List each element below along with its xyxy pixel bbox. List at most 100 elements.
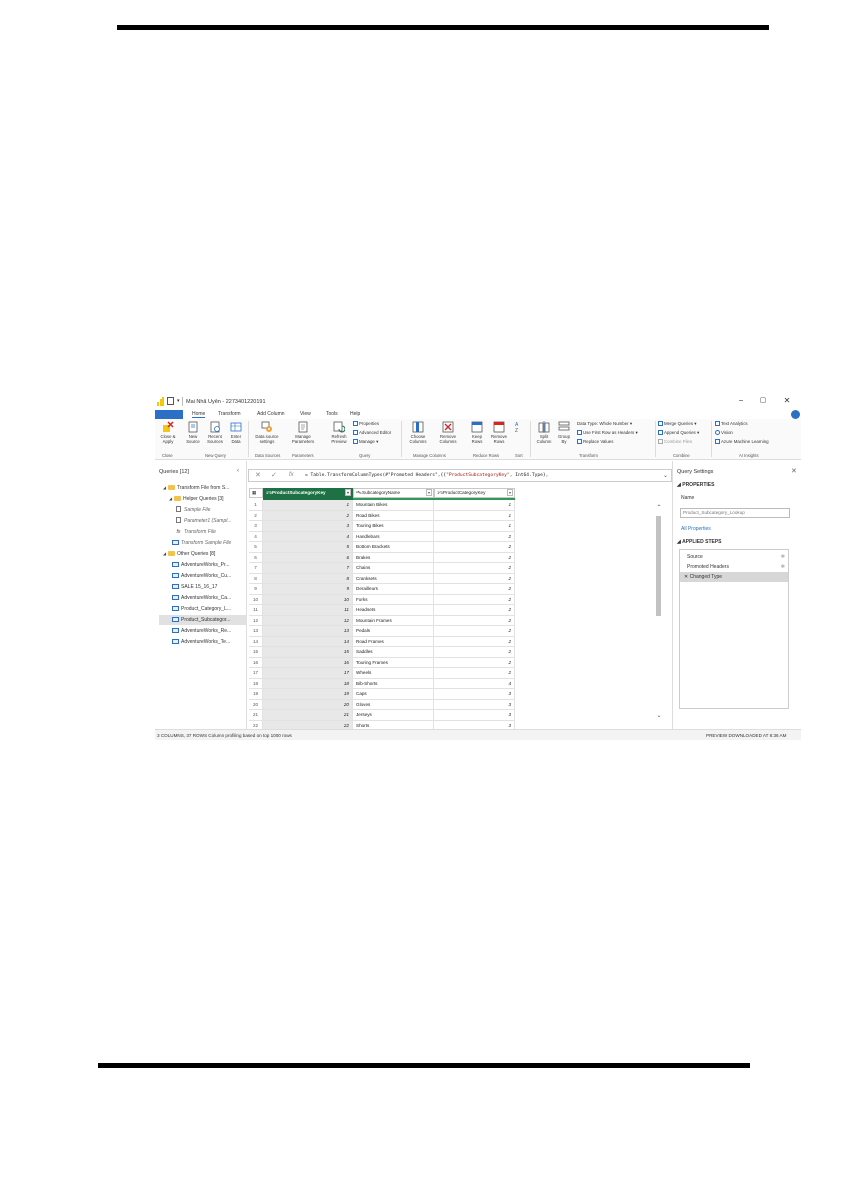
table-row[interactable]: 22 22 Shorts 3: [249, 720, 515, 729]
table-row[interactable]: 13 13 Pedals 2: [249, 626, 515, 637]
advanced-editor-button[interactable]: Advanced Editor: [353, 430, 391, 435]
data-type-dropdown[interactable]: Data Type: Whole Number ▾: [577, 421, 632, 426]
row-number[interactable]: 6: [249, 552, 263, 563]
cell-subcategory-name[interactable]: Cranksets: [353, 573, 434, 584]
query-group-item[interactable]: ◢ Other Queries [8]: [163, 549, 247, 559]
column-header-productsubcategorykey[interactable]: 1²3 ProductSubcategoryKey ▾: [263, 488, 353, 498]
tab-help[interactable]: Help: [350, 411, 360, 417]
cell-category-key[interactable]: 2: [434, 542, 515, 553]
table-row[interactable]: 6 6 Brakes 2: [249, 552, 515, 563]
cell-subcategory-name[interactable]: Handlebars: [353, 531, 434, 542]
cell-category-key[interactable]: 2: [434, 552, 515, 563]
cell-category-key[interactable]: 2: [434, 657, 515, 668]
data-source-settings-button[interactable]: Data source settings: [251, 421, 283, 444]
column-filter-dropdown-icon[interactable]: ▾: [507, 489, 513, 496]
query-item[interactable]: AdventureWorks_Re...: [172, 626, 247, 636]
row-number[interactable]: 10: [249, 594, 263, 605]
row-number[interactable]: 3: [249, 521, 263, 532]
cell-subcategory-name[interactable]: Road Bikes: [353, 510, 434, 521]
cell-category-key[interactable]: 2: [434, 668, 515, 679]
remove-columns-button[interactable]: Remove Columns: [435, 421, 461, 444]
cell-subcategory-key[interactable]: 3: [263, 521, 353, 532]
cell-subcategory-name[interactable]: Jerseys: [353, 710, 434, 721]
query-item[interactable]: Sample File: [175, 505, 247, 515]
cell-subcategory-name[interactable]: Forks: [353, 594, 434, 605]
query-item[interactable]: Product_Category_L...: [172, 604, 247, 614]
cell-subcategory-name[interactable]: Bib-Shorts: [353, 678, 434, 689]
cell-subcategory-name[interactable]: Mountain Frames: [353, 615, 434, 626]
quick-access-dropdown-icon[interactable]: ▾: [177, 398, 180, 404]
choose-columns-button[interactable]: Choose Columns: [405, 421, 431, 444]
formula-text[interactable]: = Table.TransformColumnTypes(#"Promoted …: [305, 473, 548, 478]
scroll-down-icon[interactable]: ⌄: [655, 712, 663, 719]
table-row[interactable]: 3 3 Touring Bikes 1: [249, 521, 515, 532]
collapse-pane-icon[interactable]: ‹: [237, 468, 239, 474]
cell-category-key[interactable]: 3: [434, 720, 515, 729]
cell-category-key[interactable]: 4: [434, 678, 515, 689]
cell-subcategory-key[interactable]: 22: [263, 720, 353, 729]
cell-category-key[interactable]: 1: [434, 521, 515, 532]
table-row[interactable]: 12 12 Mountain Frames 2: [249, 615, 515, 626]
manage-parameters-button[interactable]: Manage Parameters: [287, 421, 319, 444]
tab-view[interactable]: View: [300, 411, 311, 417]
cell-subcategory-key[interactable]: 1: [263, 500, 353, 511]
cell-subcategory-key[interactable]: 4: [263, 531, 353, 542]
query-item[interactable]: AdventureWorks_Te...: [172, 637, 247, 647]
step-item-promoted-headers[interactable]: Promoted Headers ✲: [680, 562, 788, 572]
scroll-up-icon[interactable]: ⌃: [655, 504, 663, 511]
close-settings-icon[interactable]: ✕: [791, 467, 797, 475]
row-number[interactable]: 17: [249, 668, 263, 679]
maximize-button[interactable]: ▢: [757, 395, 769, 406]
step-item-changed-type[interactable]: ✕ Changed Type: [680, 572, 788, 582]
query-item[interactable]: AdventureWorks_Ca...: [172, 593, 247, 603]
table-row[interactable]: 5 5 Bottom Brackets 2: [249, 542, 515, 553]
cell-subcategory-name[interactable]: Headsets: [353, 605, 434, 616]
cell-subcategory-key[interactable]: 6: [263, 552, 353, 563]
group-by-button[interactable]: Group By: [555, 421, 573, 444]
tab-home[interactable]: Home: [192, 411, 206, 418]
table-row[interactable]: 14 14 Road Frames 2: [249, 636, 515, 647]
cell-subcategory-key[interactable]: 5: [263, 542, 353, 553]
cell-category-key[interactable]: 2: [434, 605, 515, 616]
recent-sources-button[interactable]: Recent Sources: [205, 421, 225, 444]
table-row[interactable]: 11 11 Headsets 2: [249, 605, 515, 616]
confirm-formula-icon[interactable]: ✓: [271, 471, 277, 479]
row-number[interactable]: 13: [249, 626, 263, 637]
scrollbar-thumb[interactable]: [656, 516, 661, 616]
properties-button[interactable]: Properties: [353, 421, 379, 426]
cell-subcategory-name[interactable]: Wheels: [353, 668, 434, 679]
row-number[interactable]: 14: [249, 636, 263, 647]
table-row[interactable]: 20 20 Gloves 3: [249, 699, 515, 710]
row-number[interactable]: 21: [249, 710, 263, 721]
query-group-item[interactable]: ◢ Helper Queries [3]: [169, 494, 247, 504]
replace-values-button[interactable]: Replace Values: [577, 439, 613, 444]
minimize-button[interactable]: −: [735, 395, 747, 406]
table-row[interactable]: 17 17 Wheels 2: [249, 668, 515, 679]
use-first-row-button[interactable]: Use First Row as Headers ▾: [577, 430, 638, 435]
step-item-source[interactable]: Source ✲: [680, 552, 788, 562]
close-apply-button[interactable]: Close & Apply: [157, 421, 179, 444]
column-header-subcategoryname[interactable]: ᴬᴮc SubcategoryName ▾: [353, 488, 434, 498]
cell-subcategory-key[interactable]: 16: [263, 657, 353, 668]
row-number[interactable]: 11: [249, 605, 263, 616]
cell-category-key[interactable]: 3: [434, 710, 515, 721]
table-row[interactable]: 2 2 Road Bikes 1: [249, 510, 515, 521]
table-row[interactable]: 16 16 Touring Frames 2: [249, 657, 515, 668]
tab-tools[interactable]: Tools: [326, 411, 338, 417]
cell-category-key[interactable]: 1: [434, 510, 515, 521]
cell-subcategory-key[interactable]: 2: [263, 510, 353, 521]
cell-subcategory-key[interactable]: 15: [263, 647, 353, 658]
append-queries-button[interactable]: Append Queries ▾: [658, 430, 699, 435]
tab-transform[interactable]: Transform: [218, 411, 241, 417]
table-row[interactable]: 10 10 Forks 2: [249, 594, 515, 605]
formula-bar[interactable]: ✕ ✓ fx = Table.TransformColumnTypes(#"Pr…: [248, 469, 672, 482]
query-item[interactable]: fx Transform File: [175, 527, 247, 537]
query-name-input[interactable]: Product_Subcategory_Lookup: [680, 508, 790, 518]
table-row[interactable]: 15 15 Saddles 2: [249, 647, 515, 658]
split-column-button[interactable]: Split Column: [533, 421, 555, 444]
row-number[interactable]: 4: [249, 531, 263, 542]
query-item[interactable]: AdventureWorks_Pr...: [172, 560, 247, 570]
cell-subcategory-key[interactable]: 19: [263, 689, 353, 700]
table-row[interactable]: 1 1 Mountain Bikes 1: [249, 500, 515, 511]
cell-subcategory-name[interactable]: Touring Frames: [353, 657, 434, 668]
